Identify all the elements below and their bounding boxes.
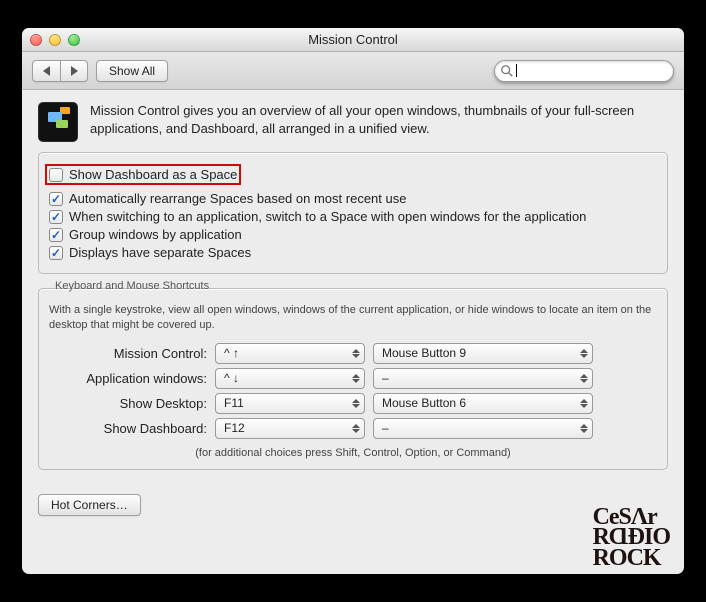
toolbar: Show All [22, 52, 684, 90]
search-icon [500, 64, 514, 78]
stepper-icon [580, 424, 588, 433]
mouse-select[interactable]: – [373, 418, 593, 439]
select-value: ^ ↓ [224, 371, 239, 385]
select-value: F11 [224, 396, 244, 410]
titlebar: Mission Control [22, 28, 684, 52]
key-select[interactable]: F11 [215, 393, 365, 414]
option-group-windows[interactable]: Group windows by application [49, 227, 657, 242]
window-title: Mission Control [22, 32, 684, 47]
option-label: Automatically rearrange Spaces based on … [69, 191, 406, 206]
checkbox[interactable] [49, 168, 63, 182]
search-field[interactable] [494, 60, 674, 82]
chevron-left-icon [43, 66, 50, 76]
watermark: CeSɅr RⱭĐIO ROCK [593, 507, 670, 568]
stepper-icon [352, 399, 360, 408]
select-value: F12 [224, 421, 245, 435]
intro-text: Mission Control gives you an overview of… [90, 102, 668, 137]
stepper-icon [352, 374, 360, 383]
text-cursor [516, 64, 517, 77]
shortcut-row-show-dashboard: Show Dashboard: F12 – [49, 418, 657, 439]
mission-control-icon [38, 102, 78, 142]
checkbox[interactable] [49, 246, 63, 260]
mouse-select[interactable]: Mouse Button 9 [373, 343, 593, 364]
chevron-right-icon [71, 66, 78, 76]
back-button[interactable] [32, 60, 60, 82]
shortcut-row-app-windows: Application windows: ^ ↓ – [49, 368, 657, 389]
select-value: Mouse Button 9 [382, 346, 466, 360]
shortcut-row-mission-control: Mission Control: ^ ↑ Mouse Button 9 [49, 343, 657, 364]
shortcut-label: Application windows: [49, 371, 207, 386]
key-select[interactable]: ^ ↑ [215, 343, 365, 364]
option-displays-spaces[interactable]: Displays have separate Spaces [49, 245, 657, 260]
options-group: Show Dashboard as a Space Automatically … [38, 152, 668, 274]
option-switch-space[interactable]: When switching to an application, switch… [49, 209, 657, 224]
content-area: Mission Control gives you an overview of… [22, 90, 684, 494]
shortcuts-hint: With a single keystroke, view all open w… [49, 303, 657, 333]
shortcuts-footnote: (for additional choices press Shift, Con… [49, 447, 657, 459]
shortcut-label: Show Dashboard: [49, 421, 207, 436]
forward-button[interactable] [60, 60, 88, 82]
option-auto-rearrange[interactable]: Automatically rearrange Spaces based on … [49, 191, 657, 206]
checkbox[interactable] [49, 210, 63, 224]
stepper-icon [580, 374, 588, 383]
select-value: ^ ↑ [224, 346, 239, 360]
option-label: Show Dashboard as a Space [69, 167, 237, 182]
intro-row: Mission Control gives you an overview of… [38, 102, 668, 142]
nav-buttons [32, 60, 88, 82]
bottom-row: Hot Corners… [22, 494, 684, 516]
shortcut-label: Show Desktop: [49, 396, 207, 411]
stepper-icon [580, 349, 588, 358]
group-legend: Keyboard and Mouse Shortcuts [51, 280, 213, 292]
select-value: – [382, 421, 389, 435]
checkbox[interactable] [49, 192, 63, 206]
stepper-icon [352, 424, 360, 433]
mouse-select[interactable]: Mouse Button 6 [373, 393, 593, 414]
stepper-icon [352, 349, 360, 358]
mouse-select[interactable]: – [373, 368, 593, 389]
option-dashboard-space[interactable]: Show Dashboard as a Space [45, 164, 241, 185]
option-label: Displays have separate Spaces [69, 245, 251, 260]
key-select[interactable]: F12 [215, 418, 365, 439]
shortcut-row-show-desktop: Show Desktop: F11 Mouse Button 6 [49, 393, 657, 414]
option-label: Group windows by application [69, 227, 242, 242]
select-value: – [382, 371, 389, 385]
search-input[interactable] [494, 60, 674, 82]
select-value: Mouse Button 6 [382, 396, 466, 410]
shortcuts-group: Keyboard and Mouse Shortcuts With a sing… [38, 288, 668, 470]
key-select[interactable]: ^ ↓ [215, 368, 365, 389]
shortcut-label: Mission Control: [49, 346, 207, 361]
stepper-icon [580, 399, 588, 408]
show-all-button[interactable]: Show All [96, 60, 168, 82]
pref-window: Mission Control Show All Mission Control… [22, 28, 684, 574]
hot-corners-button[interactable]: Hot Corners… [38, 494, 141, 516]
option-label: When switching to an application, switch… [69, 209, 586, 224]
checkbox[interactable] [49, 228, 63, 242]
